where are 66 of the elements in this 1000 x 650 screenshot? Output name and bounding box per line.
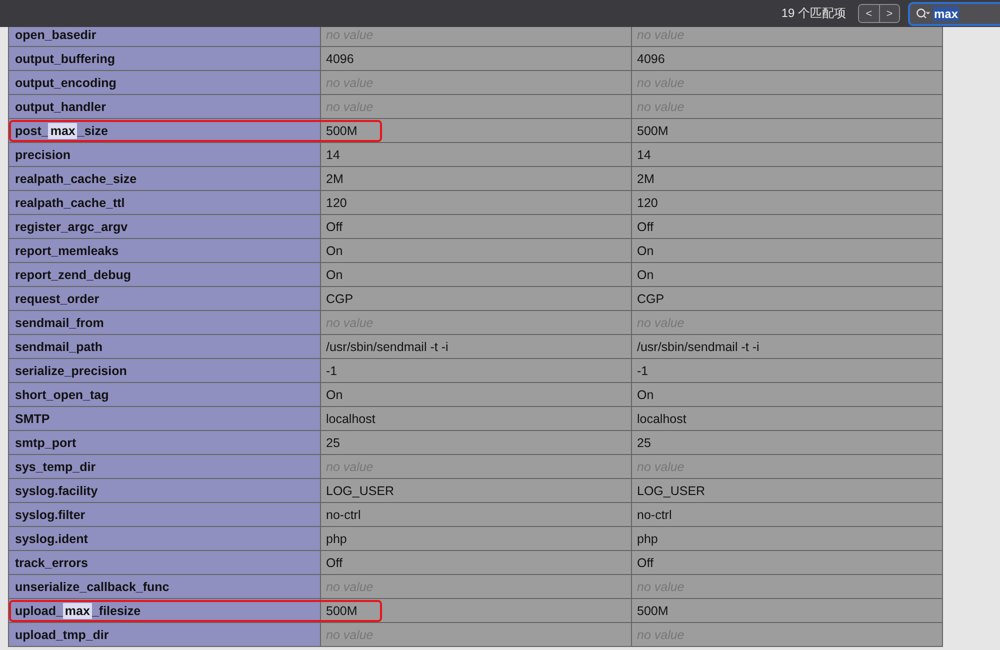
value-cell: 500M xyxy=(321,599,632,623)
next-match-button[interactable]: > xyxy=(879,5,899,22)
directive-name: output_encoding xyxy=(9,71,321,95)
value-cell: On xyxy=(321,239,632,263)
value-cell: /usr/sbin/sendmail -t -i xyxy=(632,335,943,359)
directive-name: precision xyxy=(9,143,321,167)
directive-name: report_zend_debug xyxy=(9,263,321,287)
value-cell: 2M xyxy=(321,167,632,191)
directive-name: upload_tmp_dir xyxy=(9,623,321,647)
value-cell: 500M xyxy=(321,119,632,143)
value-cell: Off xyxy=(632,215,943,239)
directive-name: syslog.filter xyxy=(9,503,321,527)
value-cell: 120 xyxy=(632,191,943,215)
directive-name: syslog.facility xyxy=(9,479,321,503)
match-count: 19 个匹配项 xyxy=(781,5,846,22)
value-cell: Off xyxy=(321,215,632,239)
value-cell: On xyxy=(632,383,943,407)
value-cell: LOG_USER xyxy=(321,479,632,503)
value-cell: 500M xyxy=(632,119,943,143)
directive-name: short_open_tag xyxy=(9,383,321,407)
directive-name: report_memleaks xyxy=(9,239,321,263)
value-cell: On xyxy=(321,263,632,287)
directive-name: realpath_cache_size xyxy=(9,167,321,191)
directive-name: realpath_cache_ttl xyxy=(9,191,321,215)
directive-name: sendmail_path xyxy=(9,335,321,359)
value-cell: On xyxy=(632,263,943,287)
search-icon xyxy=(916,8,931,19)
directive-name: sendmail_from xyxy=(9,311,321,335)
value-cell: 25 xyxy=(321,431,632,455)
directive-name: syslog.ident xyxy=(9,527,321,551)
value-cell: no-ctrl xyxy=(632,503,943,527)
value-cell: /usr/sbin/sendmail -t -i xyxy=(321,335,632,359)
value-cell: 4096 xyxy=(321,47,632,71)
directive-name: request_order xyxy=(9,287,321,311)
value-cell: Off xyxy=(321,551,632,575)
value-cell: 25 xyxy=(632,431,943,455)
directive-name: sys_temp_dir xyxy=(9,455,321,479)
value-cell: -1 xyxy=(321,359,632,383)
value-cell: php xyxy=(632,527,943,551)
value-cell: -1 xyxy=(632,359,943,383)
value-cell: 120 xyxy=(321,191,632,215)
directive-name: track_errors xyxy=(9,551,321,575)
directive-name: register_argc_argv xyxy=(9,215,321,239)
directive-name: serialize_precision xyxy=(9,359,321,383)
value-cell: localhost xyxy=(632,407,943,431)
directive-name: smtp_port xyxy=(9,431,321,455)
value-cell: On xyxy=(321,383,632,407)
directive-name: SMTP xyxy=(9,407,321,431)
directive-name: unserialize_callback_func xyxy=(9,575,321,599)
value-cell: 2M xyxy=(632,167,943,191)
value-cell: CGP xyxy=(632,287,943,311)
value-cell: no-ctrl xyxy=(321,503,632,527)
value-cell: On xyxy=(632,239,943,263)
value-cell: 14 xyxy=(321,143,632,167)
previous-match-button[interactable]: < xyxy=(859,5,879,22)
value-cell: 14 xyxy=(632,143,943,167)
directive-name: output_handler xyxy=(9,95,321,119)
value-cell: php xyxy=(321,527,632,551)
value-cell: localhost xyxy=(321,407,632,431)
value-cell: LOG_USER xyxy=(632,479,943,503)
search-field[interactable]: max xyxy=(908,2,1000,26)
directive-name: output_buffering xyxy=(9,47,321,71)
value-cell: Off xyxy=(632,551,943,575)
value-cell: 500M xyxy=(632,599,943,623)
value-cell: 4096 xyxy=(632,47,943,71)
value-cell: CGP xyxy=(321,287,632,311)
